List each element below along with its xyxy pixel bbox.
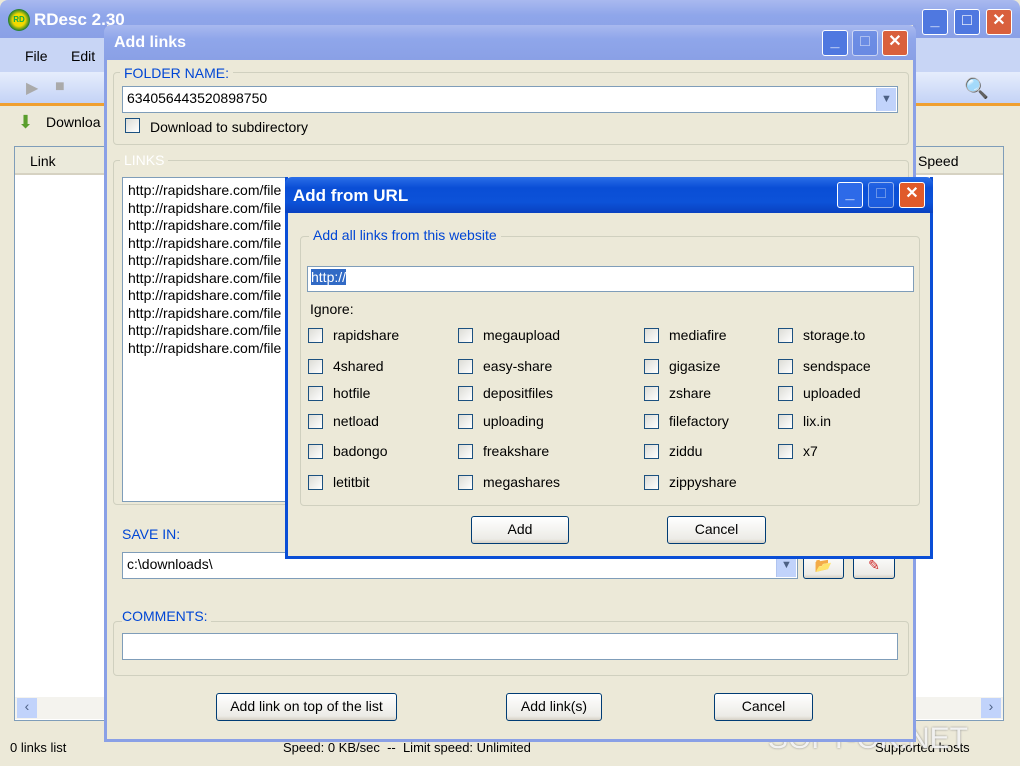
ignore-host-label: ziddu xyxy=(669,443,703,459)
close-button[interactable]: ✕ xyxy=(882,30,908,56)
ignore-host-label: filefactory xyxy=(669,413,729,429)
save-label: SAVE IN: xyxy=(122,526,181,542)
ignore-host-label: badongo xyxy=(333,443,388,459)
subdirectory-checkbox[interactable] xyxy=(125,118,140,133)
ignore-host-label: letitbit xyxy=(333,474,370,490)
add-url-title: Add from URL xyxy=(293,186,409,205)
cancel-button[interactable]: Cancel xyxy=(667,516,766,544)
search-icon[interactable]: 🔍 xyxy=(964,76,989,101)
menu-edit[interactable]: Edit xyxy=(71,48,95,64)
links-label: LINKS xyxy=(120,152,169,168)
ignore-host-label: uploading xyxy=(483,413,544,429)
tab-downloads[interactable]: Downloa xyxy=(46,114,100,130)
ignore-host-label: depositfiles xyxy=(483,385,554,401)
ignore-label: Ignore: xyxy=(310,301,354,317)
scroll-left-button[interactable]: ‹ xyxy=(17,698,37,718)
minimize-button[interactable]: _ xyxy=(837,182,863,208)
maximize-button[interactable]: □ xyxy=(868,182,894,208)
add-links-title: Add links xyxy=(114,34,187,51)
ignore-host-label: 4shared xyxy=(333,358,384,374)
chevron-down-icon[interactable]: ▼ xyxy=(876,88,896,111)
ignore-host-label: easy-share xyxy=(483,358,553,374)
ignore-uploaded-checkbox[interactable] xyxy=(778,386,793,401)
add-links-titlebar: Add links _ □ ✕ xyxy=(104,25,916,60)
folder-label: FOLDER NAME: xyxy=(120,65,234,81)
ignore-host-label: uploaded xyxy=(803,385,861,401)
folder-name-combo[interactable]: 634056443520898750 ▼ xyxy=(122,86,898,113)
ignore-host-label: netload xyxy=(333,413,379,429)
subdirectory-label: Download to subdirectory xyxy=(150,119,308,135)
ignore-host-label: gigasize xyxy=(669,358,721,374)
column-link[interactable]: Link xyxy=(30,153,56,169)
ignore-mediafire-checkbox[interactable] xyxy=(644,328,659,343)
add-on-top-button[interactable]: Add link on top of the list xyxy=(216,693,397,721)
ignore-x7-checkbox[interactable] xyxy=(778,444,793,459)
close-button[interactable]: ✕ xyxy=(899,182,925,208)
download-arrow-icon: ⬇ xyxy=(18,112,34,132)
folder-icon: 📂 xyxy=(814,557,833,573)
stop-icon[interactable]: ■ xyxy=(55,78,65,96)
ignore-easy-share-checkbox[interactable] xyxy=(458,359,473,374)
ignore-4shared-checkbox[interactable] xyxy=(308,359,323,374)
ignore-sendspace-checkbox[interactable] xyxy=(778,359,793,374)
menu-file[interactable]: File xyxy=(25,48,48,64)
url-input[interactable]: http:// xyxy=(307,266,914,292)
ignore-zippyshare-checkbox[interactable] xyxy=(644,475,659,490)
ignore-lix-in-checkbox[interactable] xyxy=(778,414,793,429)
website-group-label: Add all links from this website xyxy=(309,227,501,243)
scroll-right-button[interactable]: › xyxy=(981,698,1001,718)
ignore-rapidshare-checkbox[interactable] xyxy=(308,328,323,343)
ignore-host-label: zippyshare xyxy=(669,474,737,490)
ignore-host-label: storage.to xyxy=(803,327,866,343)
minimize-button[interactable]: _ xyxy=(922,9,948,35)
maximize-button[interactable]: □ xyxy=(954,9,980,35)
close-button[interactable]: ✕ xyxy=(986,9,1012,35)
ignore-storage-to-checkbox[interactable] xyxy=(778,328,793,343)
maximize-button[interactable]: □ xyxy=(852,30,878,56)
ignore-host-label: zshare xyxy=(669,385,712,401)
ignore-freakshare-checkbox[interactable] xyxy=(458,444,473,459)
ignore-filefactory-checkbox[interactable] xyxy=(644,414,659,429)
add-button[interactable]: Add xyxy=(471,516,569,544)
status-speed[interactable]: Speed: 0 KB/sec -- Limit speed: Unlimite… xyxy=(283,740,531,755)
ignore-host-label: hotfile xyxy=(333,385,371,401)
ignore-uploading-checkbox[interactable] xyxy=(458,414,473,429)
ignore-megashares-checkbox[interactable] xyxy=(458,475,473,490)
ignore-host-label: megashares xyxy=(483,474,561,490)
add-from-url-dialog: Add from URL _ □ ✕ Add all links from th… xyxy=(285,177,933,559)
play-icon[interactable]: ▶ xyxy=(26,78,38,98)
comments-label: COMMENTS: xyxy=(122,608,211,624)
app-logo-icon: RD xyxy=(8,9,30,31)
ignore-netload-checkbox[interactable] xyxy=(308,414,323,429)
ignore-host-label: mediafire xyxy=(669,327,727,343)
status-count: 0 links list xyxy=(10,740,67,755)
comments-input[interactable] xyxy=(122,633,898,660)
ignore-hotfile-checkbox[interactable] xyxy=(308,386,323,401)
cancel-button[interactable]: Cancel xyxy=(714,693,813,721)
ignore-host-label: x7 xyxy=(803,443,818,459)
ignore-badongo-checkbox[interactable] xyxy=(308,444,323,459)
minimize-button[interactable]: _ xyxy=(822,30,848,56)
save-path-value: c:\downloads\ xyxy=(127,556,213,572)
ignore-host-label: sendspace xyxy=(803,358,871,374)
eraser-icon: ✎ xyxy=(868,557,880,573)
ignore-zshare-checkbox[interactable] xyxy=(644,386,659,401)
ignore-host-label: rapidshare xyxy=(333,327,400,343)
add-url-titlebar: Add from URL _ □ ✕ xyxy=(285,177,933,213)
add-links-button[interactable]: Add link(s) xyxy=(506,693,602,721)
ignore-gigasize-checkbox[interactable] xyxy=(644,359,659,374)
ignore-host-label: lix.in xyxy=(803,413,832,429)
ignore-letitbit-checkbox[interactable] xyxy=(308,475,323,490)
ignore-ziddu-checkbox[interactable] xyxy=(644,444,659,459)
ignore-depositfiles-checkbox[interactable] xyxy=(458,386,473,401)
ignore-host-label: freakshare xyxy=(483,443,550,459)
url-value: http:// xyxy=(311,269,347,285)
column-speed[interactable]: Speed xyxy=(918,153,958,169)
folder-name-value: 634056443520898750 xyxy=(127,90,268,106)
ignore-megaupload-checkbox[interactable] xyxy=(458,328,473,343)
ignore-host-label: megaupload xyxy=(483,327,561,343)
